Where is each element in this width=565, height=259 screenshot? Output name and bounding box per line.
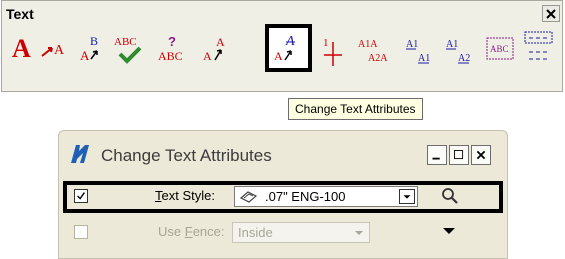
text-toolbox: Text A A B A ABC ? ABC A A A A 1 A1A A2A… [1, 0, 563, 92]
fence-mode-dropdown[interactable]: Inside [232, 222, 370, 243]
svg-text:ABC: ABC [158, 49, 183, 63]
use-fence-checkbox[interactable] [74, 225, 88, 239]
dialog-titlebar[interactable]: Change Text Attributes [59, 131, 507, 179]
a1-a2-icon: A1 A2 [446, 39, 470, 64]
a1-a1-icon: A1 A1 [406, 39, 430, 64]
expand-dialog-button[interactable] [442, 226, 456, 236]
text-node-tool[interactable]: ABC [484, 28, 518, 68]
svg-text:A: A [203, 49, 212, 63]
a-to-b-icon: B A [80, 34, 98, 63]
svg-text:1: 1 [323, 37, 329, 49]
svg-text:A2A: A2A [368, 53, 388, 64]
place-text-along-element-tool[interactable]: A [40, 28, 70, 68]
svg-text:A: A [216, 35, 225, 49]
dialog-close-button[interactable] [471, 145, 491, 165]
svg-text:A1: A1 [406, 39, 418, 50]
abc-check-icon: ABC [114, 36, 142, 64]
place-text-tool[interactable]: A [11, 28, 37, 68]
abc-question-icon: ? ABC [158, 34, 183, 63]
large-a-icon: A [12, 34, 31, 63]
change-text-attributes-tool[interactable]: A A [265, 24, 312, 72]
fence-mode-value: Inside [238, 225, 273, 240]
spell-checker-tool[interactable]: ABC [110, 28, 150, 68]
maximize-button[interactable] [449, 145, 469, 165]
use-fence-row: Use Fence: Inside [59, 219, 509, 247]
svg-text:?: ? [168, 34, 176, 49]
svg-text:ABC: ABC [114, 36, 137, 48]
chevron-down-icon [355, 231, 363, 235]
note-one-icon: 1 [323, 37, 342, 66]
dialog-title: Change Text Attributes [101, 146, 272, 165]
expand-arrow-icon [443, 228, 455, 234]
place-note-tool[interactable]: 1 [320, 28, 346, 68]
arrow-a-icon: A [41, 43, 65, 58]
a1a-a2a-icon: A1A A2A [358, 39, 388, 64]
abc-box-icon: ABC [486, 37, 514, 60]
svg-text:A: A [80, 48, 90, 63]
svg-text:ABC: ABC [490, 44, 509, 54]
display-text-attributes-tool[interactable]: ? ABC [154, 28, 194, 68]
svg-text:A1A: A1A [358, 39, 378, 50]
microstation-logo-icon [71, 145, 89, 163]
svg-text:A1: A1 [446, 39, 458, 50]
copy-enlarge-text-tool[interactable]: A1A A2A [354, 28, 400, 68]
fence-dropdown-arrow[interactable] [351, 225, 367, 240]
dotted-box-icon [524, 31, 553, 60]
svg-text:A: A [12, 34, 31, 63]
change-a-icon: A A [269, 28, 308, 68]
svg-text:A: A [274, 49, 283, 63]
tooltip: Change Text Attributes [288, 98, 423, 120]
close-icon [546, 8, 556, 19]
svg-text:A: A [54, 43, 65, 58]
toolbox-title: Text [6, 6, 34, 22]
edit-text-tool[interactable]: B A [78, 28, 106, 68]
use-fence-label: Use Fence: [158, 224, 225, 239]
copy-increment-text-tool[interactable]: A1 A1 [402, 28, 442, 68]
maximize-icon [454, 150, 464, 160]
minimize-button[interactable] [427, 145, 447, 165]
svg-text:B: B [90, 34, 98, 48]
svg-text:A2: A2 [458, 53, 470, 64]
match-a-icon: A A [203, 35, 225, 63]
minimize-icon [432, 157, 440, 160]
toolbox-close-button[interactable] [542, 5, 560, 22]
change-text-attributes-dialog: Change Text Attributes Text Style: .07" … [58, 130, 508, 259]
text-style-row-highlight [63, 181, 503, 213]
svg-text:A1: A1 [418, 53, 430, 64]
match-text-attributes-tool[interactable]: A A [201, 28, 233, 68]
close-icon [476, 150, 486, 160]
increment-text-tool[interactable]: A1 A2 [442, 28, 482, 68]
fill-in-enter-data-field-tool[interactable] [522, 28, 556, 68]
